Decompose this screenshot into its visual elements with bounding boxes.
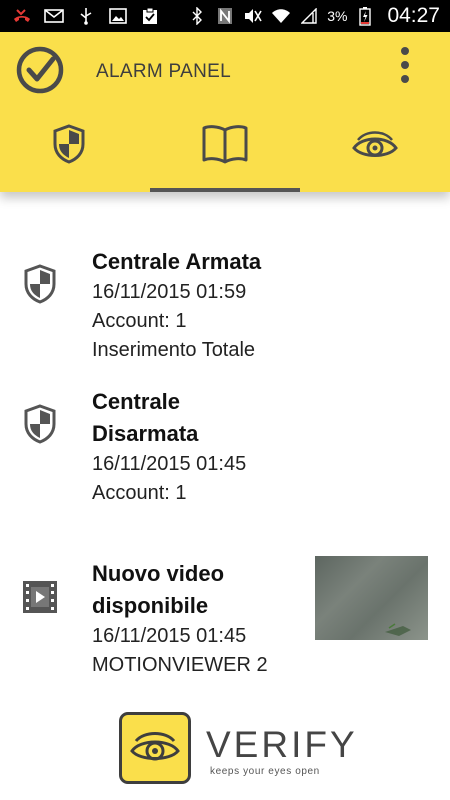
battery-percent: 3% <box>327 8 348 24</box>
brand-footer: VERIFY keeps your eyes open <box>0 708 450 788</box>
shield-icon <box>24 404 56 444</box>
tab-bar <box>0 120 450 192</box>
tab-log[interactable] <box>150 120 300 192</box>
status-bar: 3% 04:27 <box>0 0 450 32</box>
check-circle-icon <box>16 46 64 94</box>
bluetooth-icon <box>187 7 207 25</box>
item-account: Account: 1 <box>92 482 187 504</box>
clock: 04:27 <box>387 4 440 27</box>
eye-icon <box>352 131 398 157</box>
app-title: ALARM PANEL <box>96 61 231 82</box>
brand-name: VERIFY <box>206 724 358 765</box>
brand-tagline: keeps your eyes open <box>210 766 320 777</box>
missed-call-icon <box>12 7 32 25</box>
battery-charging-icon <box>355 7 375 26</box>
tab-selected-indicator <box>150 188 300 192</box>
item-detail: Inserimento Totale <box>92 339 256 361</box>
item-account: Account: 1 <box>92 310 187 332</box>
item-source: MOTIONVIEWER 2 <box>92 654 268 676</box>
nfc-icon <box>215 7 235 25</box>
signal-icon <box>299 7 319 25</box>
item-title-line: Centrale <box>92 389 181 414</box>
item-title-line: Disarmata <box>92 421 199 446</box>
book-icon <box>202 125 248 164</box>
shield-icon <box>53 124 85 164</box>
item-timestamp: 16/11/2015 01:59 <box>92 281 247 303</box>
item-content: Centrale Armata 16/11/2015 01:59 Account… <box>92 246 292 365</box>
item-timestamp: 16/11/2015 01:45 <box>92 453 247 475</box>
clipboard-icon <box>140 7 160 25</box>
item-title-line: Nuovo video <box>92 561 225 586</box>
overflow-menu-icon[interactable] <box>392 44 418 88</box>
usb-icon <box>76 7 96 25</box>
item-timestamp: 16/11/2015 01:45 <box>92 625 247 647</box>
film-icon <box>23 581 57 613</box>
mute-icon <box>243 7 263 25</box>
shield-icon <box>24 264 56 304</box>
verify-logo-icon <box>119 712 191 784</box>
app-bar: ALARM PANEL <box>0 32 450 192</box>
item-content: Centrale Disarmata 16/11/2015 01:45 Acco… <box>92 386 292 508</box>
mail-icon <box>44 7 64 25</box>
image-icon <box>108 7 128 25</box>
video-thumbnail[interactable] <box>315 556 428 640</box>
wifi-icon <box>271 7 291 25</box>
item-title-line: disponibile <box>92 593 209 618</box>
tab-alarm[interactable] <box>0 120 150 192</box>
item-title: Centrale Armata <box>92 249 262 274</box>
item-content: Nuovo video disponibile 16/11/2015 01:45… <box>92 558 292 680</box>
tab-video[interactable] <box>300 120 450 192</box>
